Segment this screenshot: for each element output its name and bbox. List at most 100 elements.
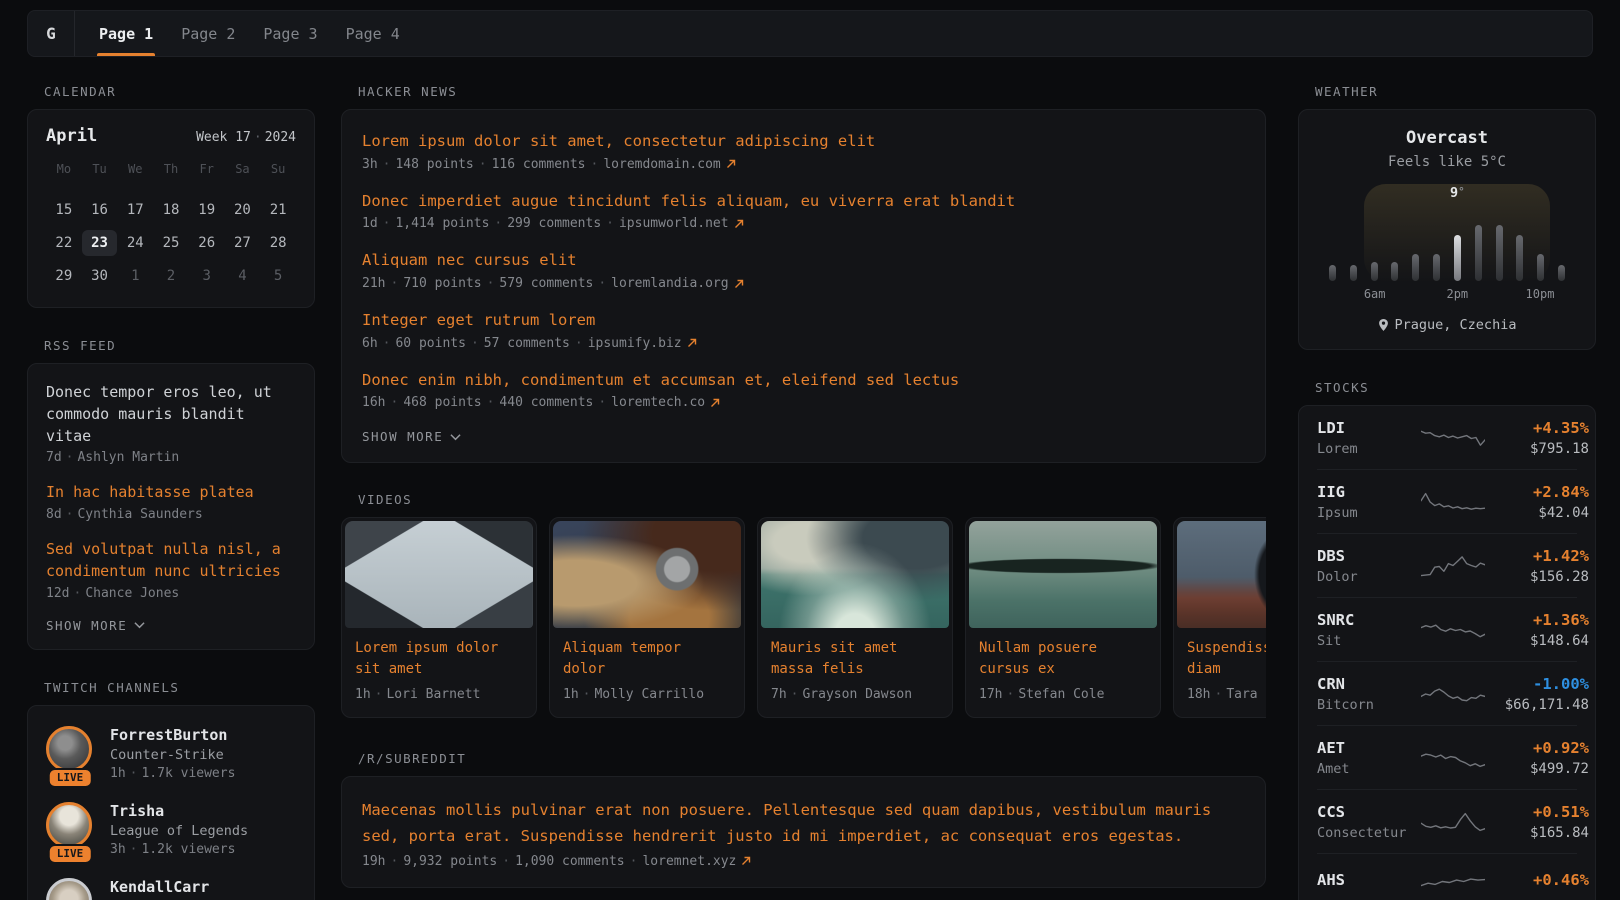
stock-row[interactable]: LDILorem +4.35%$795.18: [1317, 406, 1577, 469]
video-thumbnail: [969, 521, 1157, 628]
stock-name: Ipsum: [1317, 505, 1421, 521]
calendar-month: April: [46, 126, 97, 146]
stock-row[interactable]: IIGIpsum +2.84%$42.04: [1317, 469, 1577, 533]
hn-item-meta: 16h·468 points·440 comments·loremtech.co: [362, 395, 1245, 410]
rss-item-meta: 8d·Cynthia Saunders: [46, 507, 296, 522]
stock-price: $148.64: [1485, 633, 1589, 649]
calendar-day: 20: [225, 197, 261, 223]
hn-comments[interactable]: 57 comments: [484, 336, 570, 351]
weather-condition: Overcast: [1319, 128, 1575, 148]
rss-item-author: Ashlyn Martin: [77, 450, 179, 465]
video-card[interactable]: Aliquam tempor dolor nec pharetra… 1h·Mo…: [549, 517, 745, 718]
stock-sparkline: [1421, 615, 1485, 645]
video-card[interactable]: Suspendisse diam 18h·Tara: [1173, 517, 1266, 718]
rss-item-title[interactable]: In hac habitasse platea: [46, 482, 296, 504]
hn-item-title[interactable]: Integer eget rutrum lorem: [362, 310, 1245, 332]
separator-dot: ·: [254, 130, 262, 145]
hn-show-more-button[interactable]: SHOW MORE: [362, 429, 1245, 444]
weather-location[interactable]: Prague, Czechia: [1319, 317, 1575, 333]
stock-row[interactable]: DBSDolor +1.42%$156.28: [1317, 533, 1577, 597]
hn-comments[interactable]: 116 comments: [492, 157, 586, 172]
stock-name: Lorem: [1317, 441, 1421, 457]
hn-comments[interactable]: 299 comments: [507, 216, 601, 231]
stock-sparkline: [1421, 423, 1485, 453]
hn-domain-link[interactable]: loremdomain.com: [603, 157, 720, 172]
calendar-day: 23: [82, 230, 118, 256]
tab-page-3[interactable]: Page 3: [249, 11, 331, 56]
avatar: [46, 726, 92, 772]
hn-domain-link[interactable]: ipsumworld.net: [619, 216, 729, 231]
external-link-icon: [726, 159, 736, 169]
stock-sparkline: [1421, 551, 1485, 581]
weather-hour-bar: [1496, 225, 1503, 281]
stock-row[interactable]: CRNBitcorn -1.00%$66,171.48: [1317, 661, 1577, 725]
twitch-channel-row[interactable]: LIVE ForrestBurton Counter-Strike 1h·1.7…: [46, 726, 296, 781]
stock-row[interactable]: AETAmet +0.92%$499.72: [1317, 725, 1577, 789]
calendar-day: 27: [225, 230, 261, 256]
hn-domain-link[interactable]: ipsumify.biz: [588, 336, 682, 351]
tab-page-2[interactable]: Page 2: [167, 11, 249, 56]
calendar-day-grid: 1516171819202122232425262728293012345: [46, 197, 296, 289]
video-meta: 1h·Molly Carrillo: [563, 687, 731, 702]
stock-ticker: LDI: [1317, 419, 1421, 437]
hn-comments[interactable]: 440 comments: [499, 395, 593, 410]
weather-widget: Overcast Feels like 5°C 9° 6am2pm10pm Pr…: [1298, 109, 1596, 350]
twitch-channel-row[interactable]: KendallCarr: [46, 878, 296, 900]
calendar-year: 2024: [265, 130, 296, 145]
stock-price: $66,171.48: [1485, 697, 1589, 713]
post-domain-link[interactable]: loremnet.xyz: [642, 854, 736, 869]
stock-row[interactable]: AHS +0.46%: [1317, 853, 1577, 900]
hn-domain-link[interactable]: loremtech.co: [611, 395, 705, 410]
rss-item-title[interactable]: Sed volutpat nulla nisl, a condimentum n…: [46, 539, 296, 583]
subreddit-post-title[interactable]: Maecenas mollis pulvinar erat non posuer…: [362, 798, 1245, 849]
hn-item-title[interactable]: Lorem ipsum dolor sit amet, consectetur …: [362, 131, 1245, 153]
hn-item: Donec enim nibh, condimentum et accumsan…: [362, 370, 1245, 411]
video-channel: Tara: [1226, 687, 1257, 702]
video-card[interactable]: Mauris sit amet massa felis 7h·Grayson D…: [757, 517, 953, 718]
video-title: Aliquam tempor dolor nec pharetra…: [563, 638, 731, 680]
subreddit-post: Maecenas mollis pulvinar erat non posuer…: [362, 798, 1245, 868]
weather-hour-bar: [1454, 235, 1461, 281]
twitch-viewers: 1.7k viewers: [141, 766, 235, 781]
hn-item: Aliquam nec cursus elit 21h·710 points·5…: [362, 250, 1245, 291]
stock-ticker: IIG: [1317, 483, 1421, 501]
hn-time: 16h: [362, 395, 385, 410]
weather-hour-bar: [1475, 225, 1482, 281]
hn-item-title[interactable]: Donec enim nibh, condimentum et accumsan…: [362, 370, 1245, 392]
rss-show-more-button[interactable]: SHOW MORE: [46, 618, 296, 633]
separator-dot: ·: [583, 687, 591, 702]
video-thumbnail: [553, 521, 741, 628]
calendar-section-label: CALENDAR: [44, 84, 315, 99]
tab-page-1[interactable]: Page 1: [85, 11, 167, 56]
hn-item-title[interactable]: Aliquam nec cursus elit: [362, 250, 1245, 272]
stock-row[interactable]: CCSConsectetur +0.51%$165.84: [1317, 789, 1577, 853]
separator-dot: ·: [479, 157, 487, 172]
stock-row[interactable]: SNRCSit +1.36%$148.64: [1317, 597, 1577, 661]
twitch-widget: LIVE ForrestBurton Counter-Strike 1h·1.7…: [27, 705, 315, 900]
weather-hour-bar: [1558, 265, 1565, 281]
separator-dot: ·: [390, 395, 398, 410]
separator-dot: ·: [73, 586, 81, 601]
hn-item-title[interactable]: Donec imperdiet augue tincidunt felis al…: [362, 191, 1245, 213]
twitch-channel-row[interactable]: LIVE Trisha League of Legends 3h·1.2k vi…: [46, 802, 296, 857]
hn-comments[interactable]: 579 comments: [499, 276, 593, 291]
calendar-weekday-label: Su: [260, 162, 296, 181]
rss-item-title[interactable]: Donec tempor eros leo, ut commodo mauris…: [46, 382, 296, 447]
stock-sparkline: [1421, 807, 1485, 837]
video-card[interactable]: Nullam posuere cursus ex 17h·Stefan Cole: [965, 517, 1161, 718]
external-link-icon: [734, 219, 744, 229]
twitch-channel-game: Counter-Strike: [110, 747, 235, 763]
stocks-widget: LDILorem +4.35%$795.18 IIGIpsum +2.84%$4…: [1298, 405, 1596, 900]
calendar-day: 26: [189, 230, 225, 256]
video-title: Suspendisse diam: [1187, 638, 1266, 680]
calendar-weekday-label: Th: [153, 162, 189, 181]
post-comments[interactable]: 1,090 comments: [515, 854, 625, 869]
subreddit-section-label: /R/SUBREDDIT: [358, 751, 1266, 766]
map-pin-icon: [1378, 318, 1389, 332]
video-card[interactable]: Lorem ipsum dolor sit amet consectetu… 1…: [341, 517, 537, 718]
stock-sparkline: [1421, 679, 1485, 709]
separator-dot: ·: [390, 276, 398, 291]
tab-page-4[interactable]: Page 4: [332, 11, 414, 56]
app-logo[interactable]: G: [28, 11, 75, 56]
hn-domain-link[interactable]: loremlandia.org: [611, 276, 728, 291]
